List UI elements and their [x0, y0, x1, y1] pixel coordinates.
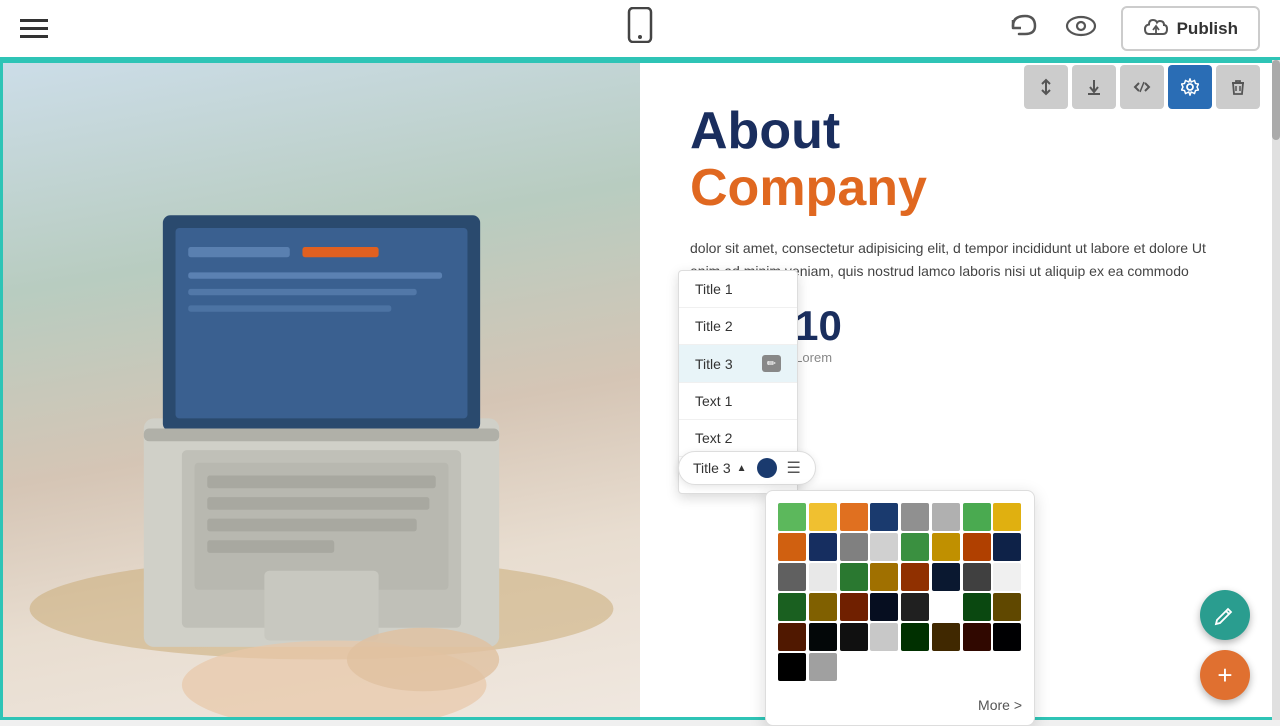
more-colors-link[interactable]: More >	[778, 693, 1022, 713]
color-swatch[interactable]	[901, 623, 929, 651]
cloud-icon	[1143, 16, 1169, 41]
dropdown-item-title3[interactable]: Title 3 ✏	[679, 345, 797, 383]
color-picker-panel: More >	[765, 490, 1035, 726]
color-swatch[interactable]	[778, 653, 806, 681]
color-swatch[interactable]	[993, 533, 1021, 561]
color-swatch[interactable]	[840, 623, 868, 651]
color-swatch[interactable]	[809, 563, 837, 591]
color-swatch[interactable]	[901, 593, 929, 621]
stat-2: 10 Lorem	[795, 302, 842, 365]
color-swatch[interactable]	[932, 533, 960, 561]
stat-2-label: Lorem	[795, 350, 842, 365]
color-swatch[interactable]	[778, 623, 806, 651]
publish-button[interactable]: Publish	[1121, 6, 1260, 51]
top-bar-center	[625, 7, 655, 50]
eye-icon[interactable]	[1065, 14, 1097, 44]
chevron-up-icon: ▲	[737, 463, 747, 474]
color-swatch[interactable]	[901, 533, 929, 561]
undo-icon[interactable]	[1009, 12, 1041, 46]
publish-label: Publish	[1177, 19, 1238, 39]
dropdown-item-title1[interactable]: Title 1	[679, 271, 797, 308]
dropdown-item-text1[interactable]: Text 1	[679, 383, 797, 420]
scroll-thumb[interactable]	[1272, 60, 1280, 140]
company-title: Company	[690, 160, 1227, 217]
color-swatch[interactable]	[870, 623, 898, 651]
about-title: About	[690, 103, 1227, 160]
color-swatch[interactable]	[840, 503, 868, 531]
color-swatch[interactable]	[809, 533, 837, 561]
color-swatch[interactable]	[993, 623, 1021, 651]
fab-add-button[interactable]: +	[1200, 650, 1250, 700]
color-swatch[interactable]	[993, 593, 1021, 621]
top-bar-right: Publish	[1009, 6, 1260, 51]
move-button[interactable]	[1024, 65, 1068, 109]
phone-icon[interactable]	[625, 7, 655, 50]
color-swatch[interactable]	[778, 563, 806, 591]
format-bar-label[interactable]: Title 3 ▲	[693, 460, 747, 476]
fab-edit-button[interactable]	[1200, 590, 1250, 640]
laptop-image	[3, 63, 640, 720]
color-swatch[interactable]	[840, 593, 868, 621]
color-swatch[interactable]	[778, 533, 806, 561]
color-swatch[interactable]	[809, 503, 837, 531]
color-swatch[interactable]	[993, 563, 1021, 591]
top-bar-left	[20, 19, 48, 38]
code-button[interactable]	[1120, 65, 1164, 109]
settings-button[interactable]	[1168, 65, 1212, 109]
action-toolbar	[1024, 65, 1260, 109]
delete-button[interactable]	[1216, 65, 1260, 109]
color-swatch[interactable]	[932, 563, 960, 591]
format-type-label: Title 3	[693, 460, 731, 476]
color-swatch[interactable]	[840, 563, 868, 591]
color-swatch[interactable]	[993, 503, 1021, 531]
color-swatch[interactable]	[963, 563, 991, 591]
color-swatch[interactable]	[870, 503, 898, 531]
color-swatch[interactable]	[963, 503, 991, 531]
color-swatch[interactable]	[809, 653, 837, 681]
color-swatch[interactable]	[809, 623, 837, 651]
color-swatch[interactable]	[932, 593, 960, 621]
menu-icon[interactable]	[20, 19, 48, 38]
color-swatch[interactable]	[932, 503, 960, 531]
color-swatch[interactable]	[809, 593, 837, 621]
edit-icon-small: ✏	[762, 355, 781, 372]
color-swatch[interactable]	[932, 623, 960, 651]
color-circle[interactable]	[757, 458, 777, 478]
color-swatch[interactable]	[778, 503, 806, 531]
color-swatch[interactable]	[963, 533, 991, 561]
color-swatch[interactable]	[963, 623, 991, 651]
section-block: About Company dolor sit amet, consectetu…	[3, 63, 1277, 720]
dropdown-item-title2[interactable]: Title 2	[679, 308, 797, 345]
align-icon[interactable]: ☰	[787, 458, 801, 478]
add-icon: +	[1217, 662, 1232, 688]
color-swatch[interactable]	[870, 593, 898, 621]
color-swatch[interactable]	[963, 593, 991, 621]
stat-2-number: 10	[795, 302, 842, 350]
section-image	[3, 63, 640, 720]
scroll-track[interactable]	[1272, 60, 1280, 720]
color-swatch[interactable]	[778, 593, 806, 621]
format-bar: Title 3 ▲ ☰	[678, 451, 816, 485]
color-swatch[interactable]	[870, 533, 898, 561]
download-button[interactable]	[1072, 65, 1116, 109]
color-swatch[interactable]	[870, 563, 898, 591]
color-grid	[778, 503, 1022, 681]
top-bar: Publish	[0, 0, 1280, 60]
canvas-area: About Company dolor sit amet, consectetu…	[0, 60, 1280, 720]
color-swatch[interactable]	[840, 533, 868, 561]
color-swatch[interactable]	[901, 503, 929, 531]
color-swatch[interactable]	[901, 563, 929, 591]
